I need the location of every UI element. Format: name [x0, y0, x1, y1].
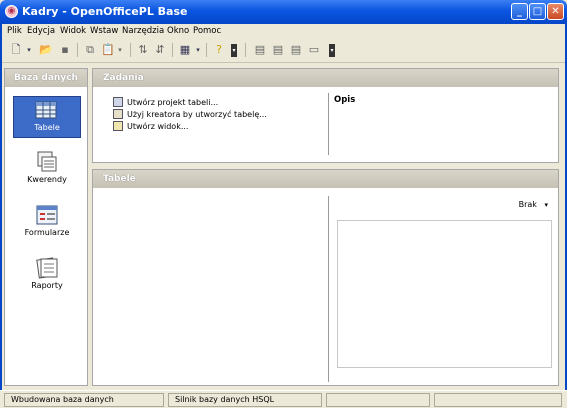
tables-divider [328, 196, 329, 382]
status-database-type: Wbudowana baza danych [4, 393, 164, 407]
table-icon [35, 101, 57, 119]
title-bar[interactable]: ◉ Kadry - OpenOfficePL Base _ □ ✕ [0, 0, 567, 24]
toolbar-separator [77, 43, 78, 57]
paste-dropdown-icon[interactable]: ▾ [116, 42, 124, 58]
tables-list[interactable] [99, 194, 323, 382]
sort-descending-icon[interactable]: ⇵ [152, 42, 168, 58]
close-button[interactable]: ✕ [547, 3, 564, 20]
query-icon [37, 151, 57, 172]
toolbar-overflow-icon[interactable]: ▾ [231, 44, 237, 57]
form-view-icon[interactable]: ▦ [177, 42, 193, 58]
task-create-table-design[interactable]: Utwórz projekt tabeli... [113, 97, 218, 109]
nav-label-forms: Formularze [24, 228, 70, 237]
form-view-dropdown-icon[interactable]: ▾ [194, 42, 202, 58]
new-dropdown-icon[interactable]: ▾ [25, 42, 33, 58]
task-table-wizard[interactable]: Użyj kreatora by utworzyć tabelę... [113, 109, 267, 121]
toolbar-separator [172, 43, 173, 57]
copy-icon[interactable]: ⧉ [82, 42, 98, 58]
database-panel-title: Baza danych [5, 69, 87, 87]
rename-table-icon[interactable]: ▭ [306, 42, 322, 58]
window-border-left [0, 24, 2, 408]
chevron-down-icon: ▾ [544, 201, 548, 209]
menu-pomoc[interactable]: Pomoc [193, 25, 221, 37]
status-database-engine: Silnik bazy danych HSQL [168, 393, 322, 407]
report-icon [36, 257, 58, 279]
toolbar: 🗋 ▾ 📂 ▪ ⧉ 📋 ▾ ⇅ ⇵ ▦ ▾ ? ▾ ▤ ▤ ▤ ▭ ▾ [2, 38, 565, 63]
menu-widok[interactable]: Widok [60, 25, 86, 37]
tasks-panel: Zadania Utwórz projekt tabeli... Użyj kr… [92, 68, 559, 163]
sort-ascending-icon[interactable]: ⇅ [135, 42, 151, 58]
toolbar-overflow-icon[interactable]: ▾ [329, 44, 335, 57]
menu-wstaw[interactable]: Wstaw [90, 25, 118, 37]
task-label: Utwórz widok... [127, 122, 189, 131]
description-title: Opis [334, 95, 356, 105]
tasks-panel-title: Zadania [93, 69, 558, 87]
task-create-view[interactable]: Utwórz widok... [113, 121, 188, 133]
menu-edycja[interactable]: Edycja [27, 25, 55, 37]
toolbar-separator [206, 43, 207, 57]
task-label: Utwórz projekt tabeli... [127, 98, 219, 107]
window-title: Kadry - OpenOfficePL Base [22, 5, 188, 18]
menu-okno[interactable]: Okno [167, 25, 189, 37]
menu-narzedzia[interactable]: Narzędzia [122, 25, 164, 37]
preview-area [337, 220, 552, 368]
minimize-button[interactable]: _ [511, 3, 528, 20]
wizard-icon [113, 109, 123, 119]
menu-bar: Plik Edycja Widok Wstaw Narzędzia Okno P… [2, 24, 565, 38]
save-icon[interactable]: ▪ [57, 42, 73, 58]
tables-panel: Tabele Brak ▾ [92, 169, 559, 386]
preview-mode-value: Brak [518, 200, 537, 209]
nav-item-forms[interactable]: Formularze [13, 202, 81, 246]
nav-item-reports[interactable]: Raporty [13, 255, 81, 299]
open-table-icon[interactable]: ▤ [252, 42, 268, 58]
maximize-button[interactable]: □ [529, 3, 546, 20]
nav-label-reports: Raporty [31, 281, 63, 290]
status-field-3 [326, 393, 430, 407]
table-design-icon [113, 97, 123, 107]
tasks-divider [328, 93, 329, 155]
open-folder-icon[interactable]: 📂 [38, 42, 54, 58]
view-icon [113, 121, 123, 131]
menu-plik[interactable]: Plik [7, 25, 22, 37]
nav-label-queries: Kwerendy [27, 175, 67, 184]
nav-item-queries[interactable]: Kwerendy [13, 149, 81, 193]
new-document-icon[interactable]: 🗋 [8, 42, 24, 58]
edit-table-icon[interactable]: ▤ [270, 42, 286, 58]
database-panel: Baza danych Tabele Kwerendy Formularze R… [4, 68, 88, 386]
toolbar-separator [130, 43, 131, 57]
delete-table-icon[interactable]: ▤ [288, 42, 304, 58]
help-icon[interactable]: ? [211, 42, 227, 58]
paste-icon[interactable]: 📋 [100, 42, 116, 58]
preview-mode-select[interactable]: Brak ▾ [519, 200, 548, 209]
tables-panel-title: Tabele [93, 170, 558, 188]
task-label: Użyj kreatora by utworzyć tabelę... [127, 110, 267, 119]
nav-item-tables[interactable]: Tabele [13, 96, 81, 138]
toolbar-separator [245, 43, 246, 57]
nav-label-tables: Tabele [34, 123, 60, 132]
status-bar: Wbudowana baza danych Silnik bazy danych… [0, 390, 567, 408]
openoffice-icon[interactable]: ◉ [5, 5, 18, 18]
form-icon [36, 205, 58, 225]
status-field-4 [434, 393, 562, 407]
